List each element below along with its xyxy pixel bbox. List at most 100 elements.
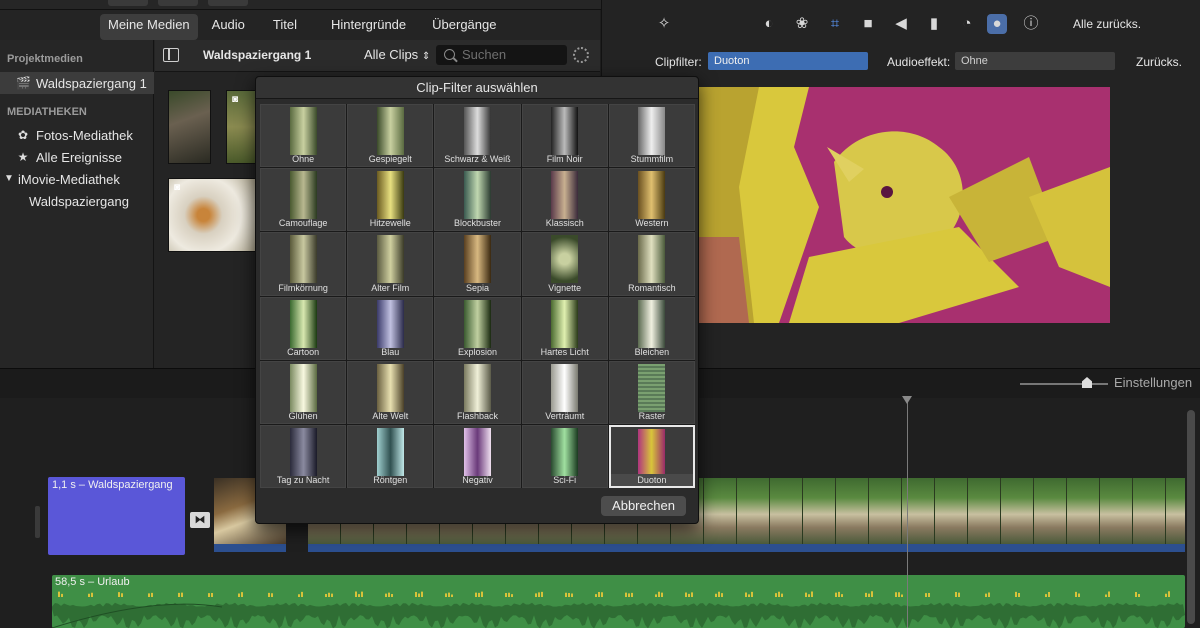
tab-meine-medien[interactable]: Meine Medien xyxy=(100,14,198,40)
filter-option[interactable]: Hartes Licht xyxy=(521,296,608,360)
audio-clip[interactable]: 58,5 s – Urlaub xyxy=(52,575,1185,628)
filter-option[interactable]: Film Noir xyxy=(521,104,608,168)
filter-preview-thumbnail xyxy=(463,171,491,220)
filter-preview-thumbnail xyxy=(463,363,491,412)
clip-filter-dialog: Clip-Filter auswählen Ohne Gespiegelt Schw… xyxy=(255,76,699,524)
filmstrip-frame xyxy=(770,478,803,544)
timeline-scrollbar[interactable] xyxy=(1187,410,1195,624)
media-thumbnail[interactable] xyxy=(168,90,211,164)
media-thumbnail[interactable]: ◙ xyxy=(226,90,256,164)
filter-preview-thumbnail xyxy=(289,427,317,476)
filter-option[interactable]: Cartoon xyxy=(260,296,347,360)
color-palette-icon[interactable]: ❀ xyxy=(792,14,812,34)
color-balance-icon[interactable]: ◐ xyxy=(759,14,779,34)
filter-option[interactable]: Klassisch xyxy=(521,168,608,232)
reset-all-button[interactable]: Alle zurücks. xyxy=(1073,17,1141,31)
settings-button[interactable]: Einstellungen xyxy=(1114,375,1192,390)
filter-option[interactable]: Camouflage xyxy=(260,168,347,232)
filter-preview-thumbnail xyxy=(376,427,404,476)
filter-option-label: Röntgen xyxy=(373,475,408,485)
filter-option[interactable]: Romantisch xyxy=(608,232,695,296)
toolbar-button[interactable] xyxy=(208,0,248,6)
media-thumbnail[interactable]: ◙ xyxy=(168,178,256,252)
clipfilter-field[interactable]: Duoton xyxy=(708,52,868,70)
disclosure-triangle-icon[interactable]: ▼ xyxy=(2,172,16,186)
filter-option[interactable]: Raster xyxy=(608,360,695,424)
filter-preview-thumbnail xyxy=(638,235,666,284)
filmstrip-frame xyxy=(869,478,902,544)
transition-icon[interactable]: ⧓ xyxy=(190,512,210,528)
filter-option[interactable]: Ohne xyxy=(260,104,347,168)
clip-filter-label: Alle Clips xyxy=(364,47,419,62)
filter-option[interactable]: Glühen xyxy=(260,360,347,424)
filter-option-label: Verträumt xyxy=(545,410,585,421)
filter-option[interactable]: Duoton xyxy=(608,424,695,488)
playhead[interactable] xyxy=(907,398,908,628)
toolbar-button[interactable] xyxy=(158,0,198,6)
crop-icon[interactable]: ⌗ xyxy=(825,14,845,34)
filmstrip-frame xyxy=(704,478,737,544)
filter-option-label: Alte Welt xyxy=(372,410,409,421)
filter-option[interactable]: Bleichen xyxy=(608,296,695,360)
filter-option[interactable]: Gespiegelt xyxy=(347,104,434,168)
timeline-scroll-handle[interactable] xyxy=(35,506,40,538)
speed-icon[interactable]: ◔ xyxy=(957,14,977,34)
sidebar-item-event[interactable]: Waldspaziergang xyxy=(0,190,154,212)
filter-option[interactable]: Explosion xyxy=(434,296,521,360)
sidebar-item-imovie-library[interactable]: ▼ iMovie-Mediathek xyxy=(0,168,154,190)
filter-option[interactable]: Vignette xyxy=(521,232,608,296)
tab-hintergruende[interactable]: Hintergründe xyxy=(323,14,414,40)
search-input[interactable]: Suchen xyxy=(436,45,567,65)
toolbar-button[interactable] xyxy=(108,0,148,6)
sidebar-item-all-events[interactable]: ★ Alle Ereignisse xyxy=(0,146,154,168)
video-clip-bar xyxy=(214,544,286,552)
filter-option[interactable]: Negativ xyxy=(434,424,521,488)
filter-option[interactable]: Western xyxy=(608,168,695,232)
clip-filter-dropdown[interactable]: Alle Clips ⇕ xyxy=(364,47,430,62)
filter-option-label: Blau xyxy=(381,346,400,357)
tab-uebergaenge[interactable]: Übergänge xyxy=(424,14,504,40)
filter-preview-thumbnail xyxy=(463,427,491,476)
camera-icon: ◙ xyxy=(232,94,239,105)
title-clip-label: 1,1 s – Waldspaziergang xyxy=(52,479,173,491)
title-clip[interactable]: 1,1 s – Waldspaziergang xyxy=(48,477,185,555)
filter-option[interactable]: Schwarz & Weiß xyxy=(434,104,521,168)
sidebar-item-photos[interactable]: ✿ Fotos-Mediathek xyxy=(0,124,154,146)
filter-option[interactable]: Röntgen xyxy=(347,424,434,488)
filter-option[interactable]: Sepia xyxy=(434,232,521,296)
info-icon[interactable]: ⓘ xyxy=(1021,14,1041,34)
filter-option[interactable]: Verträumt xyxy=(521,360,608,424)
filter-option[interactable]: Alte Welt xyxy=(347,360,434,424)
camera-icon[interactable]: ■ xyxy=(858,14,878,34)
filter-option[interactable]: Hitzewelle xyxy=(347,168,434,232)
filter-option[interactable]: Blockbuster xyxy=(434,168,521,232)
video-clip-bar xyxy=(308,544,1185,552)
filter-option[interactable]: Blau xyxy=(347,296,434,360)
tab-audio[interactable]: Audio xyxy=(204,14,253,40)
reset-button[interactable]: Zurücks. xyxy=(1136,55,1182,69)
clapperboard-icon: 🎬 xyxy=(16,76,31,90)
volume-icon[interactable]: ◀ xyxy=(891,14,911,34)
filter-option[interactable]: Alter Film xyxy=(347,232,434,296)
filter-option-label: Vignette xyxy=(548,282,582,293)
cancel-button[interactable]: Abbrechen xyxy=(601,496,686,516)
sidebar-toggle-icon[interactable] xyxy=(163,48,179,62)
filter-preview-thumbnail xyxy=(638,428,666,477)
filter-option[interactable]: Tag zu Nacht xyxy=(260,424,347,488)
filter-option[interactable]: Sci-Fi xyxy=(521,424,608,488)
filter-option-label: Gespiegelt xyxy=(368,154,412,165)
filter-icon[interactable]: ● xyxy=(987,14,1007,34)
magic-wand-icon[interactable]: ✧ xyxy=(654,14,674,34)
equalizer-icon[interactable]: ▮ xyxy=(924,14,944,34)
audioeffect-field[interactable]: Ohne xyxy=(955,52,1115,70)
filter-option[interactable]: Stummfilm xyxy=(608,104,695,168)
filter-option-label: Negativ xyxy=(462,475,493,485)
zoom-slider-track[interactable] xyxy=(1020,383,1108,385)
filter-preview-thumbnail xyxy=(376,107,404,155)
filter-option[interactable]: Flashback xyxy=(434,360,521,424)
filter-option[interactable]: Filmkörnung xyxy=(260,232,347,296)
sidebar-item-project[interactable]: 🎬 Waldspaziergang 1 xyxy=(0,72,154,94)
tab-titel[interactable]: Titel xyxy=(265,14,305,40)
gear-icon[interactable] xyxy=(573,47,589,63)
filter-option-label: Glühen xyxy=(288,410,318,421)
